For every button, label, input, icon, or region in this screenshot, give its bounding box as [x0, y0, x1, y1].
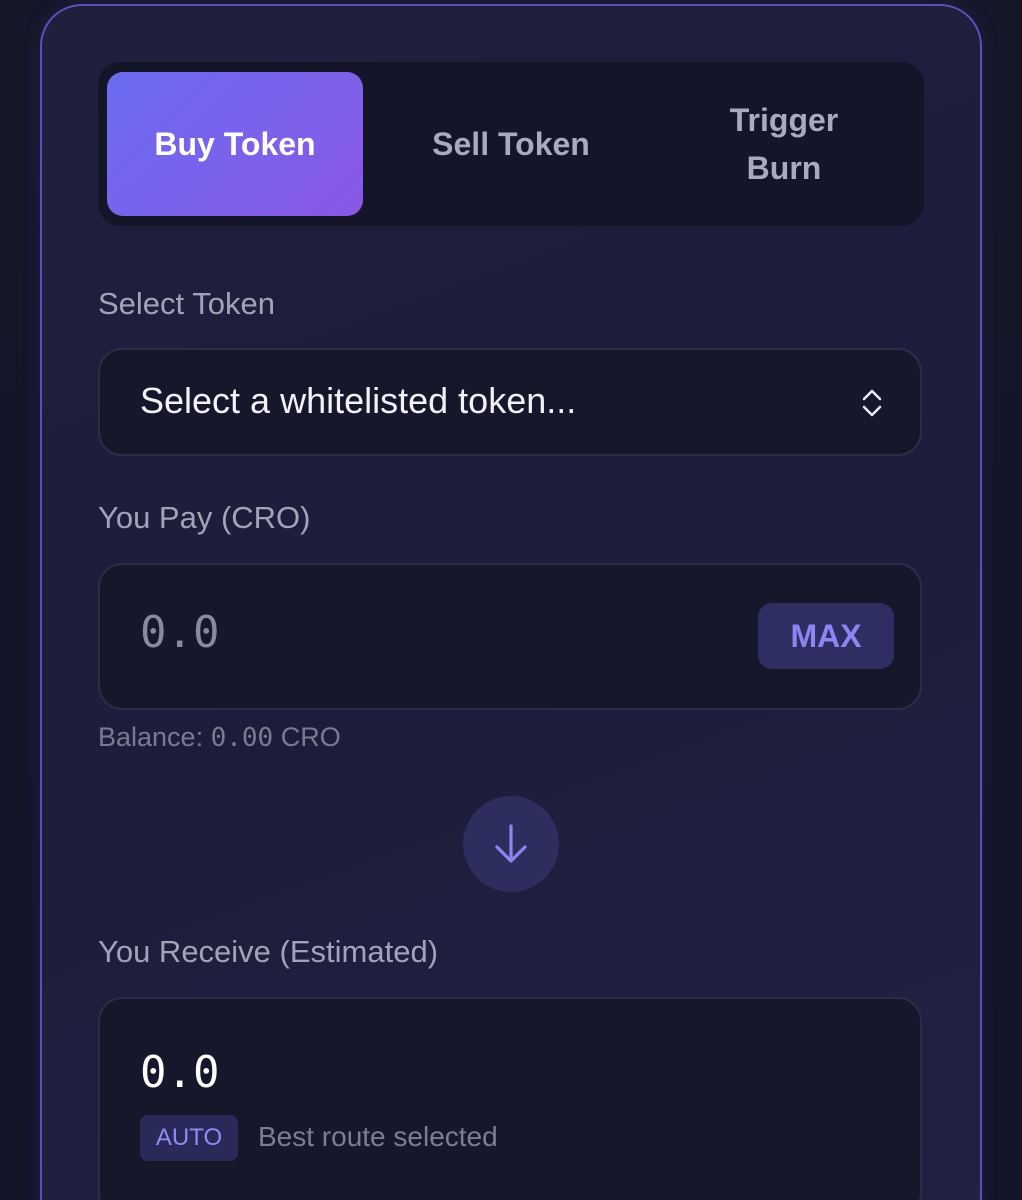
pay-amount-input[interactable]: [140, 607, 640, 658]
balance-unit: CRO: [280, 722, 341, 752]
select-token-label: Select Token: [98, 286, 275, 321]
token-select[interactable]: Select a whitelisted token...: [98, 348, 922, 456]
action-tabs: Buy Token Sell Token Trigger Burn: [98, 62, 924, 226]
swap-direction-button[interactable]: [463, 796, 559, 892]
route-status-text: Best route selected: [258, 1121, 498, 1152]
balance-prefix: Balance:: [98, 722, 204, 752]
auto-badge: AUTO: [140, 1115, 238, 1161]
balance-text: Balance: 0.00 CRO: [98, 722, 341, 753]
receive-label: You Receive (Estimated): [98, 934, 439, 969]
max-button[interactable]: MAX: [758, 603, 894, 669]
tab-trigger-burn-line2: Burn: [746, 150, 822, 186]
receive-amount: 0.0: [140, 1047, 220, 1098]
tab-sell-token-label: Sell Token: [432, 126, 590, 162]
arrow-down-icon: [495, 824, 527, 863]
chevron-up-down-icon: [862, 389, 882, 417]
tab-trigger-burn-line1: Trigger: [729, 102, 839, 138]
pay-label: You Pay (CRO): [98, 500, 311, 535]
pay-field: MAX: [98, 563, 922, 710]
tab-sell-token[interactable]: Sell Token: [373, 72, 649, 216]
token-select-placeholder: Select a whitelisted token...: [140, 380, 577, 421]
balance-value: 0.00: [210, 723, 274, 753]
tab-buy-token[interactable]: Buy Token: [107, 72, 363, 216]
tab-trigger-burn[interactable]: Trigger Burn: [649, 72, 919, 216]
tab-trigger-burn-label: Trigger Burn: [730, 96, 838, 192]
receive-field: 0.0 AUTO Best route selected: [98, 997, 922, 1200]
page: Buy Token Sell Token Trigger Burn Select…: [0, 0, 1022, 1200]
tab-buy-token-label: Buy Token: [154, 126, 316, 162]
